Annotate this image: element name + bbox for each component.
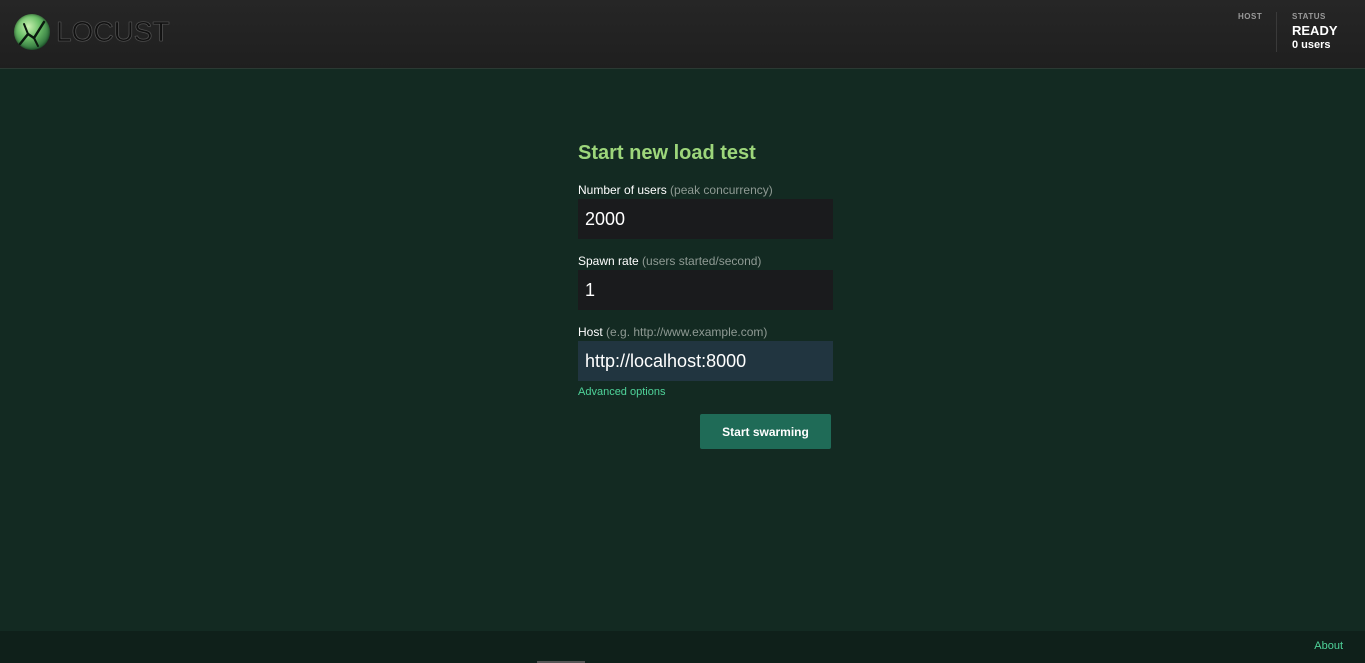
header-divider	[1276, 12, 1277, 52]
users-label: Number of users	[578, 183, 667, 197]
start-test-form: Start new load test Number of users (pea…	[578, 142, 834, 449]
logo-text: LOCUST	[56, 16, 170, 48]
form-title: Start new load test	[578, 142, 756, 164]
advanced-options-link[interactable]: Advanced options	[578, 386, 834, 399]
spawn-hint: (users started/second)	[642, 254, 762, 268]
users-hint: (peak concurrency)	[670, 183, 773, 197]
status-info: STATUS READY 0 users	[1292, 12, 1338, 51]
start-swarming-button[interactable]: Start swarming	[700, 414, 831, 449]
host-field-label: Host (e.g. http://www.example.com)	[578, 325, 834, 341]
locust-logo[interactable]: LOCUST	[14, 14, 170, 50]
status-value: READY	[1292, 23, 1338, 38]
spawn-field-label: Spawn rate (users started/second)	[578, 254, 834, 270]
host-input[interactable]	[578, 341, 833, 381]
users-input[interactable]	[578, 199, 833, 239]
host-field-name: Host	[578, 325, 603, 339]
top-header: LOCUST HOST STATUS READY 0 users	[0, 0, 1365, 69]
host-info: HOST	[1238, 12, 1262, 21]
spawn-rate-input[interactable]	[578, 270, 833, 310]
footer: About	[0, 631, 1365, 663]
users-count: 0 users	[1292, 39, 1331, 51]
status-label: STATUS	[1292, 12, 1326, 21]
locust-logo-icon	[14, 14, 50, 50]
about-link[interactable]: About	[1314, 640, 1343, 652]
users-field-label: Number of users (peak concurrency)	[578, 183, 834, 199]
spawn-label: Spawn rate	[578, 254, 639, 268]
host-hint: (e.g. http://www.example.com)	[606, 325, 768, 339]
host-label: HOST	[1238, 12, 1263, 21]
